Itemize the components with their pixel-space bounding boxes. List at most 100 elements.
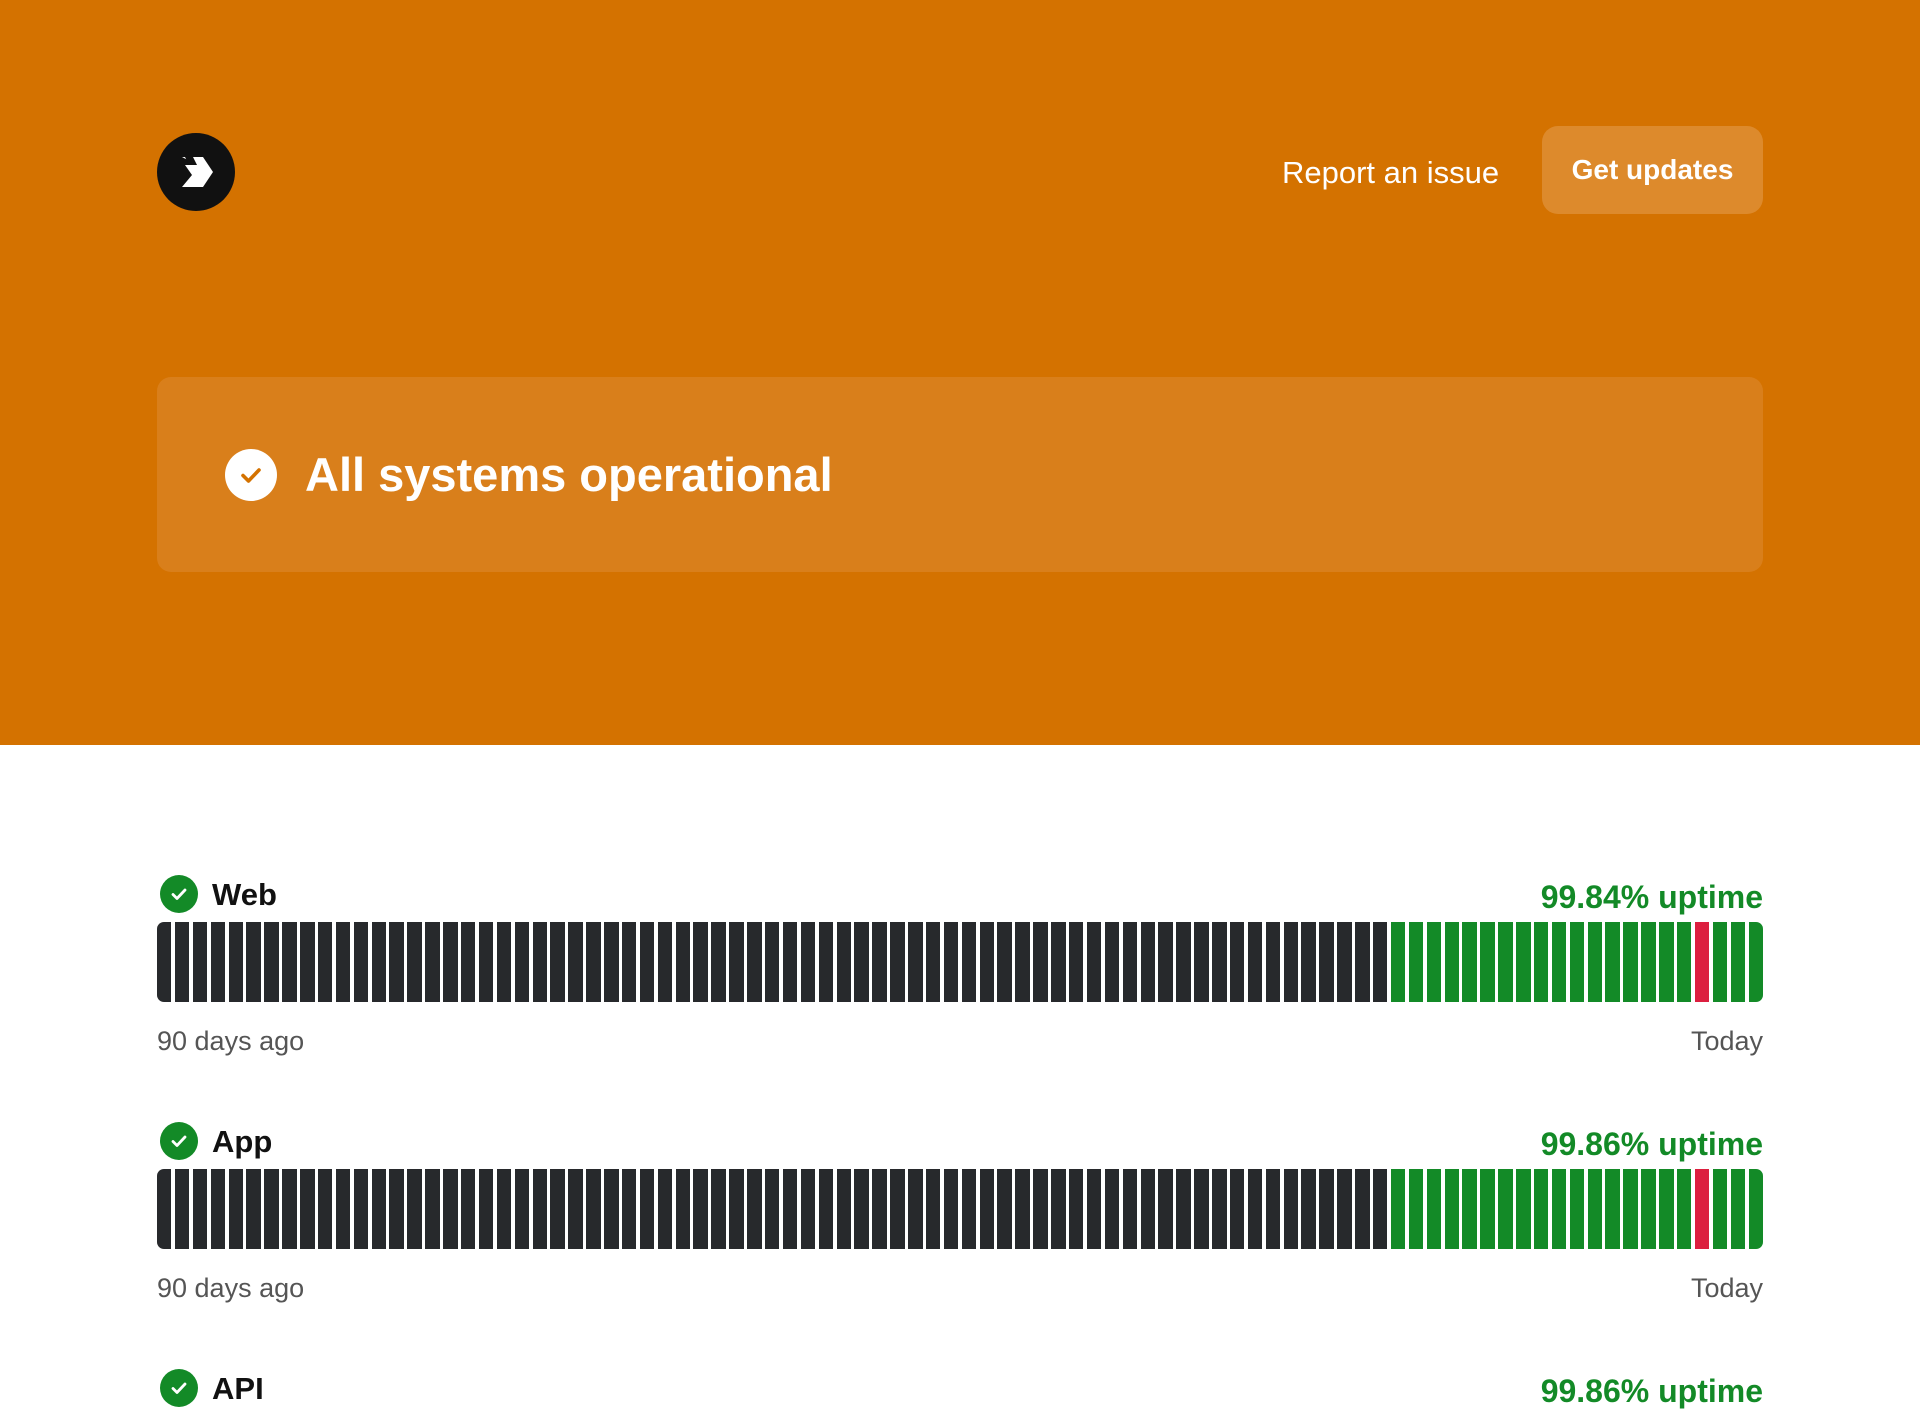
uptime-day-bar[interactable]	[246, 1169, 261, 1249]
uptime-day-bar[interactable]	[818, 922, 834, 1002]
uptime-day-bar[interactable]	[729, 922, 744, 1002]
uptime-day-bar[interactable]	[335, 1169, 351, 1249]
uptime-day-bar[interactable]	[1676, 1169, 1692, 1249]
uptime-day-bar[interactable]	[943, 922, 959, 1002]
uptime-day-bar[interactable]	[1408, 1169, 1424, 1249]
uptime-day-bar[interactable]	[1068, 922, 1084, 1002]
uptime-day-bar[interactable]	[1247, 922, 1263, 1002]
uptime-day-bar[interactable]	[782, 922, 798, 1002]
uptime-day-bar[interactable]	[317, 1169, 333, 1249]
uptime-day-bar[interactable]	[1730, 922, 1746, 1002]
uptime-day-bar[interactable]	[478, 1169, 494, 1249]
uptime-day-bar[interactable]	[1051, 1169, 1066, 1249]
uptime-day-bar[interactable]	[443, 1169, 458, 1249]
uptime-day-bar[interactable]	[443, 922, 458, 1002]
uptime-day-bar[interactable]	[1498, 922, 1513, 1002]
uptime-day-bar[interactable]	[1426, 922, 1442, 1002]
uptime-day-bar[interactable]	[890, 1169, 905, 1249]
uptime-day-bar[interactable]	[1158, 1169, 1173, 1249]
uptime-day-bar[interactable]	[1104, 1169, 1120, 1249]
uptime-day-bar[interactable]	[1372, 1169, 1388, 1249]
uptime-day-bar[interactable]	[1444, 922, 1459, 1002]
uptime-day-bar[interactable]	[979, 1169, 995, 1249]
uptime-day-bar[interactable]	[1659, 1169, 1674, 1249]
uptime-day-bar[interactable]	[1390, 922, 1406, 1002]
uptime-day-bar[interactable]	[514, 922, 530, 1002]
uptime-day-bar[interactable]	[693, 922, 708, 1002]
uptime-day-bar[interactable]	[550, 922, 565, 1002]
uptime-day-bar[interactable]	[550, 1169, 565, 1249]
uptime-day-bar[interactable]	[943, 1169, 959, 1249]
uptime-day-bar[interactable]	[1194, 1169, 1209, 1249]
uptime-day-bar[interactable]	[228, 1169, 243, 1249]
uptime-day-bar[interactable]	[1283, 1169, 1299, 1249]
uptime-day-bar[interactable]	[1140, 1169, 1155, 1249]
uptime-day-bar[interactable]	[908, 922, 923, 1002]
uptime-day-bar[interactable]	[282, 1169, 297, 1249]
uptime-day-bar[interactable]	[1444, 1169, 1459, 1249]
uptime-day-bar[interactable]	[496, 922, 512, 1002]
uptime-day-bar[interactable]	[1605, 1169, 1620, 1249]
uptime-day-bar[interactable]	[514, 1169, 530, 1249]
uptime-day-bar[interactable]	[1408, 922, 1424, 1002]
uptime-day-bar[interactable]	[389, 1169, 404, 1249]
uptime-day-bar[interactable]	[300, 1169, 315, 1249]
uptime-day-bar[interactable]	[1301, 1169, 1316, 1249]
uptime-day-bar[interactable]	[335, 922, 351, 1002]
uptime-day-bar[interactable]	[1086, 922, 1102, 1002]
uptime-day-bar[interactable]	[1462, 922, 1477, 1002]
uptime-day-bar[interactable]	[532, 1169, 547, 1249]
uptime-day-bar[interactable]	[1122, 1169, 1138, 1249]
uptime-day-bar[interactable]	[1051, 922, 1066, 1002]
uptime-day-bar[interactable]	[228, 922, 243, 1002]
get-updates-button[interactable]: Get updates	[1542, 126, 1763, 214]
uptime-day-bar[interactable]	[174, 922, 190, 1002]
uptime-day-bar[interactable]	[1337, 1169, 1352, 1249]
uptime-day-bar[interactable]	[1390, 1169, 1406, 1249]
uptime-day-bar[interactable]	[407, 1169, 422, 1249]
uptime-day-bar[interactable]	[192, 1169, 208, 1249]
uptime-day-bar[interactable]	[693, 1169, 708, 1249]
uptime-day-bar[interactable]	[1194, 922, 1209, 1002]
uptime-day-bar[interactable]	[1086, 1169, 1102, 1249]
uptime-day-bar[interactable]	[568, 922, 583, 1002]
report-issue-link[interactable]: Report an issue	[1282, 153, 1499, 193]
uptime-day-bar[interactable]	[246, 922, 261, 1002]
uptime-day-bar[interactable]	[1265, 922, 1281, 1002]
uptime-day-bar[interactable]	[925, 1169, 941, 1249]
uptime-day-bar[interactable]	[389, 922, 404, 1002]
uptime-day-bar[interactable]	[1283, 922, 1299, 1002]
uptime-day-bar[interactable]	[1319, 922, 1334, 1002]
uptime-day-bar[interactable]	[1516, 922, 1531, 1002]
uptime-day-bar[interactable]	[1659, 922, 1674, 1002]
uptime-day-bar[interactable]	[407, 922, 422, 1002]
uptime-day-bar[interactable]	[1587, 922, 1603, 1002]
uptime-day-bar[interactable]	[1104, 922, 1120, 1002]
uptime-day-bar[interactable]	[1694, 922, 1710, 1002]
uptime-day-bar[interactable]	[157, 1169, 172, 1249]
uptime-day-bar[interactable]	[1641, 922, 1656, 1002]
uptime-day-bar[interactable]	[890, 922, 905, 1002]
uptime-day-bar[interactable]	[1730, 1169, 1746, 1249]
uptime-day-bar[interactable]	[1033, 922, 1048, 1002]
uptime-day-bar[interactable]	[854, 922, 869, 1002]
uptime-day-bar[interactable]	[1641, 1169, 1656, 1249]
uptime-day-bar[interactable]	[711, 922, 726, 1002]
uptime-day-bar[interactable]	[621, 1169, 637, 1249]
uptime-day-bar[interactable]	[1480, 1169, 1495, 1249]
uptime-day-bar[interactable]	[1712, 922, 1728, 1002]
uptime-day-bar[interactable]	[1229, 922, 1245, 1002]
uptime-day-bar[interactable]	[961, 922, 977, 1002]
uptime-day-bar[interactable]	[1569, 922, 1585, 1002]
uptime-day-bar[interactable]	[1676, 922, 1692, 1002]
uptime-day-bar[interactable]	[1301, 922, 1316, 1002]
uptime-day-bar[interactable]	[264, 922, 279, 1002]
uptime-day-bar[interactable]	[353, 922, 369, 1002]
uptime-day-bar[interactable]	[657, 922, 673, 1002]
uptime-day-bar[interactable]	[1748, 1169, 1763, 1249]
uptime-day-bar[interactable]	[639, 1169, 655, 1249]
uptime-day-bar[interactable]	[836, 922, 851, 1002]
uptime-day-bar[interactable]	[1694, 1169, 1710, 1249]
uptime-day-bar[interactable]	[532, 922, 547, 1002]
uptime-day-bar[interactable]	[872, 922, 887, 1002]
